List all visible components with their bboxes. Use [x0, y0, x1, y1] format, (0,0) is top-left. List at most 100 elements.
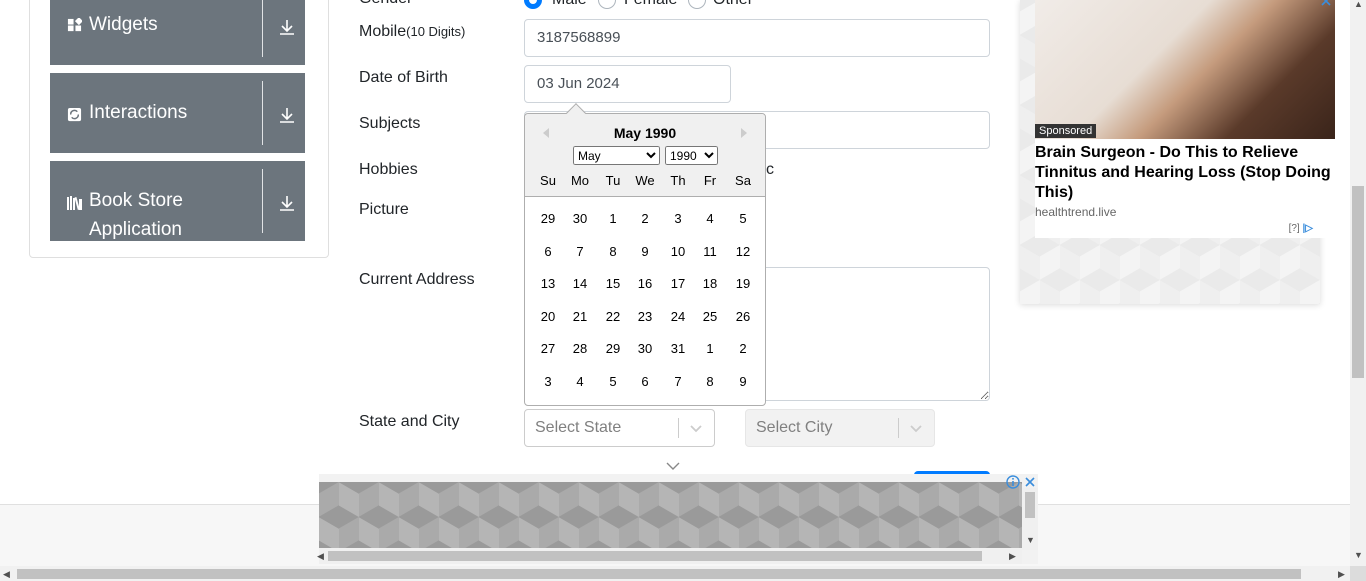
sidebar-group-label: Book Store Application [89, 190, 183, 240]
calendar-day[interactable]: 6 [630, 370, 660, 394]
sidebar-group-widgets[interactable]: Widgets [50, 0, 305, 65]
scroll-right-icon[interactable]: ▶ [1338, 569, 1345, 579]
gender-female-radio[interactable] [598, 0, 616, 9]
weekday-header: We [635, 173, 655, 188]
calendar-day[interactable]: 30 [630, 337, 660, 361]
gender-female-label: Female [624, 0, 677, 9]
close-icon[interactable] [1023, 475, 1037, 489]
bottom-ad-image[interactable] [319, 482, 1022, 548]
calendar-day[interactable]: 29 [533, 207, 563, 231]
ad-headline[interactable]: Brain Surgeon - Do This to Relieve Tinni… [1035, 143, 1335, 203]
calendar-day[interactable]: 29 [598, 337, 628, 361]
calendar-day[interactable]: 16 [630, 272, 660, 296]
calendar-day[interactable]: 25 [695, 305, 725, 329]
calendar-day[interactable]: 14 [565, 272, 595, 296]
calendar-day[interactable]: 3 [533, 370, 563, 394]
scrollbar-thumb[interactable] [1025, 492, 1035, 518]
calendar-day[interactable]: 3 [663, 207, 693, 231]
calendar-day[interactable]: 2 [630, 207, 660, 231]
weekday-header: Sa [735, 173, 751, 188]
ad-image[interactable] [1035, 0, 1335, 139]
calendar-day[interactable]: 1 [695, 337, 725, 361]
calendar-day[interactable]: 7 [565, 240, 595, 264]
divider [262, 81, 263, 145]
calendar-day[interactable]: 17 [663, 272, 693, 296]
hobbies-option-text: c [766, 161, 774, 178]
weekday-header: Su [540, 173, 556, 188]
month-select[interactable]: May [573, 146, 660, 165]
close-icon[interactable] [1319, 0, 1333, 8]
scroll-left-icon[interactable]: ◀ [3, 569, 10, 579]
gender-other-radio[interactable] [688, 0, 706, 9]
divider [262, 0, 263, 57]
scroll-left-icon[interactable]: ◀ [317, 551, 324, 561]
scroll-right-icon[interactable]: ▶ [1009, 551, 1016, 561]
sidebar-group-book-store[interactable]: Book Store Application [50, 161, 305, 241]
calendar-day[interactable]: 4 [565, 370, 595, 394]
calendar-day[interactable]: 5 [728, 207, 758, 231]
calendar-day[interactable]: 9 [630, 240, 660, 264]
scrollbar-thumb[interactable] [328, 551, 982, 561]
ad-domain[interactable]: healthtrend.live [1035, 205, 1116, 219]
calendar-day[interactable]: 2 [728, 337, 758, 361]
datepicker-header: May 1990 May 1990 Su Mo Tu We Th Fr Sa [525, 114, 765, 197]
calendar-day[interactable]: 18 [695, 272, 725, 296]
calendar-day[interactable]: 15 [598, 272, 628, 296]
calendar-day[interactable]: 8 [598, 240, 628, 264]
ad-vertical-scrollbar[interactable]: ▼ [1022, 488, 1038, 550]
page-horizontal-scrollbar[interactable]: ◀ ▶ [0, 566, 1350, 581]
gender-male-radio[interactable] [524, 0, 542, 9]
weekday-header: Fr [703, 173, 717, 188]
mobile-input[interactable]: 3187568899 [524, 19, 990, 57]
page-vertical-scrollbar[interactable]: ▲ ▼ [1350, 0, 1366, 566]
calendar-day[interactable]: 27 [533, 337, 563, 361]
calendar-day[interactable]: 1 [598, 207, 628, 231]
scrollbar-thumb[interactable] [1352, 186, 1364, 378]
calendar-day[interactable]: 9 [728, 370, 758, 394]
state-select[interactable]: Select State [524, 409, 715, 447]
dob-label: Date of Birth [359, 69, 448, 86]
calendar-day[interactable]: 13 [533, 272, 563, 296]
dob-input[interactable]: 03 Jun 2024 [524, 65, 731, 103]
calendar-day[interactable]: 21 [565, 305, 595, 329]
weekday-header: Tu [605, 173, 621, 188]
calendar-day[interactable]: 30 [565, 207, 595, 231]
scroll-down-icon[interactable]: ▼ [1026, 535, 1035, 545]
chevron-down-icon [910, 425, 922, 433]
calendar-day[interactable]: 23 [630, 305, 660, 329]
calendar-day[interactable]: 8 [695, 370, 725, 394]
city-select[interactable]: Select City [745, 409, 935, 447]
calendar-day[interactable]: 24 [663, 305, 693, 329]
ad-info-icon[interactable] [1006, 475, 1020, 489]
calendar-day[interactable]: 26 [728, 305, 758, 329]
state-city-label: State and City [359, 413, 460, 430]
divider [678, 418, 679, 438]
chevron-down-icon[interactable] [665, 460, 681, 472]
calendar-day[interactable]: 12 [728, 240, 758, 264]
calendar-day[interactable]: 6 [533, 240, 563, 264]
calendar-day[interactable]: 5 [598, 370, 628, 394]
year-select[interactable]: 1990 [665, 146, 718, 165]
calendar-day[interactable]: 31 [663, 337, 693, 361]
scroll-down-icon[interactable]: ▼ [1354, 550, 1363, 560]
mobile-label: Mobile(10 Digits) [359, 23, 466, 40]
bottom-ad-frame[interactable]: ▼ ◀ ▶ [317, 474, 1038, 564]
book-store-icon [66, 195, 84, 211]
subjects-label: Subjects [359, 115, 421, 132]
next-month-icon[interactable] [737, 126, 751, 140]
ad-panel[interactable]: Sponsored Brain Surgeon - Do This to Rel… [1020, 0, 1335, 304]
calendar-day[interactable]: 22 [598, 305, 628, 329]
ad-info-link[interactable]: [?] |▷ [1289, 223, 1313, 234]
calendar-day[interactable]: 19 [728, 272, 758, 296]
calendar-day[interactable]: 11 [695, 240, 725, 264]
calendar-day[interactable]: 20 [533, 305, 563, 329]
calendar-day[interactable]: 10 [663, 240, 693, 264]
calendar-day[interactable]: 4 [695, 207, 725, 231]
scrollbar-thumb[interactable] [17, 569, 1301, 579]
calendar-day[interactable]: 7 [663, 370, 693, 394]
scroll-up-icon[interactable]: ▲ [1354, 0, 1363, 9]
city-select-placeholder: Select City [756, 419, 833, 436]
sidebar-group-interactions[interactable]: Interactions [50, 73, 305, 153]
calendar-day[interactable]: 28 [565, 337, 595, 361]
ad-horizontal-scrollbar[interactable]: ◀ ▶ [317, 548, 1022, 564]
